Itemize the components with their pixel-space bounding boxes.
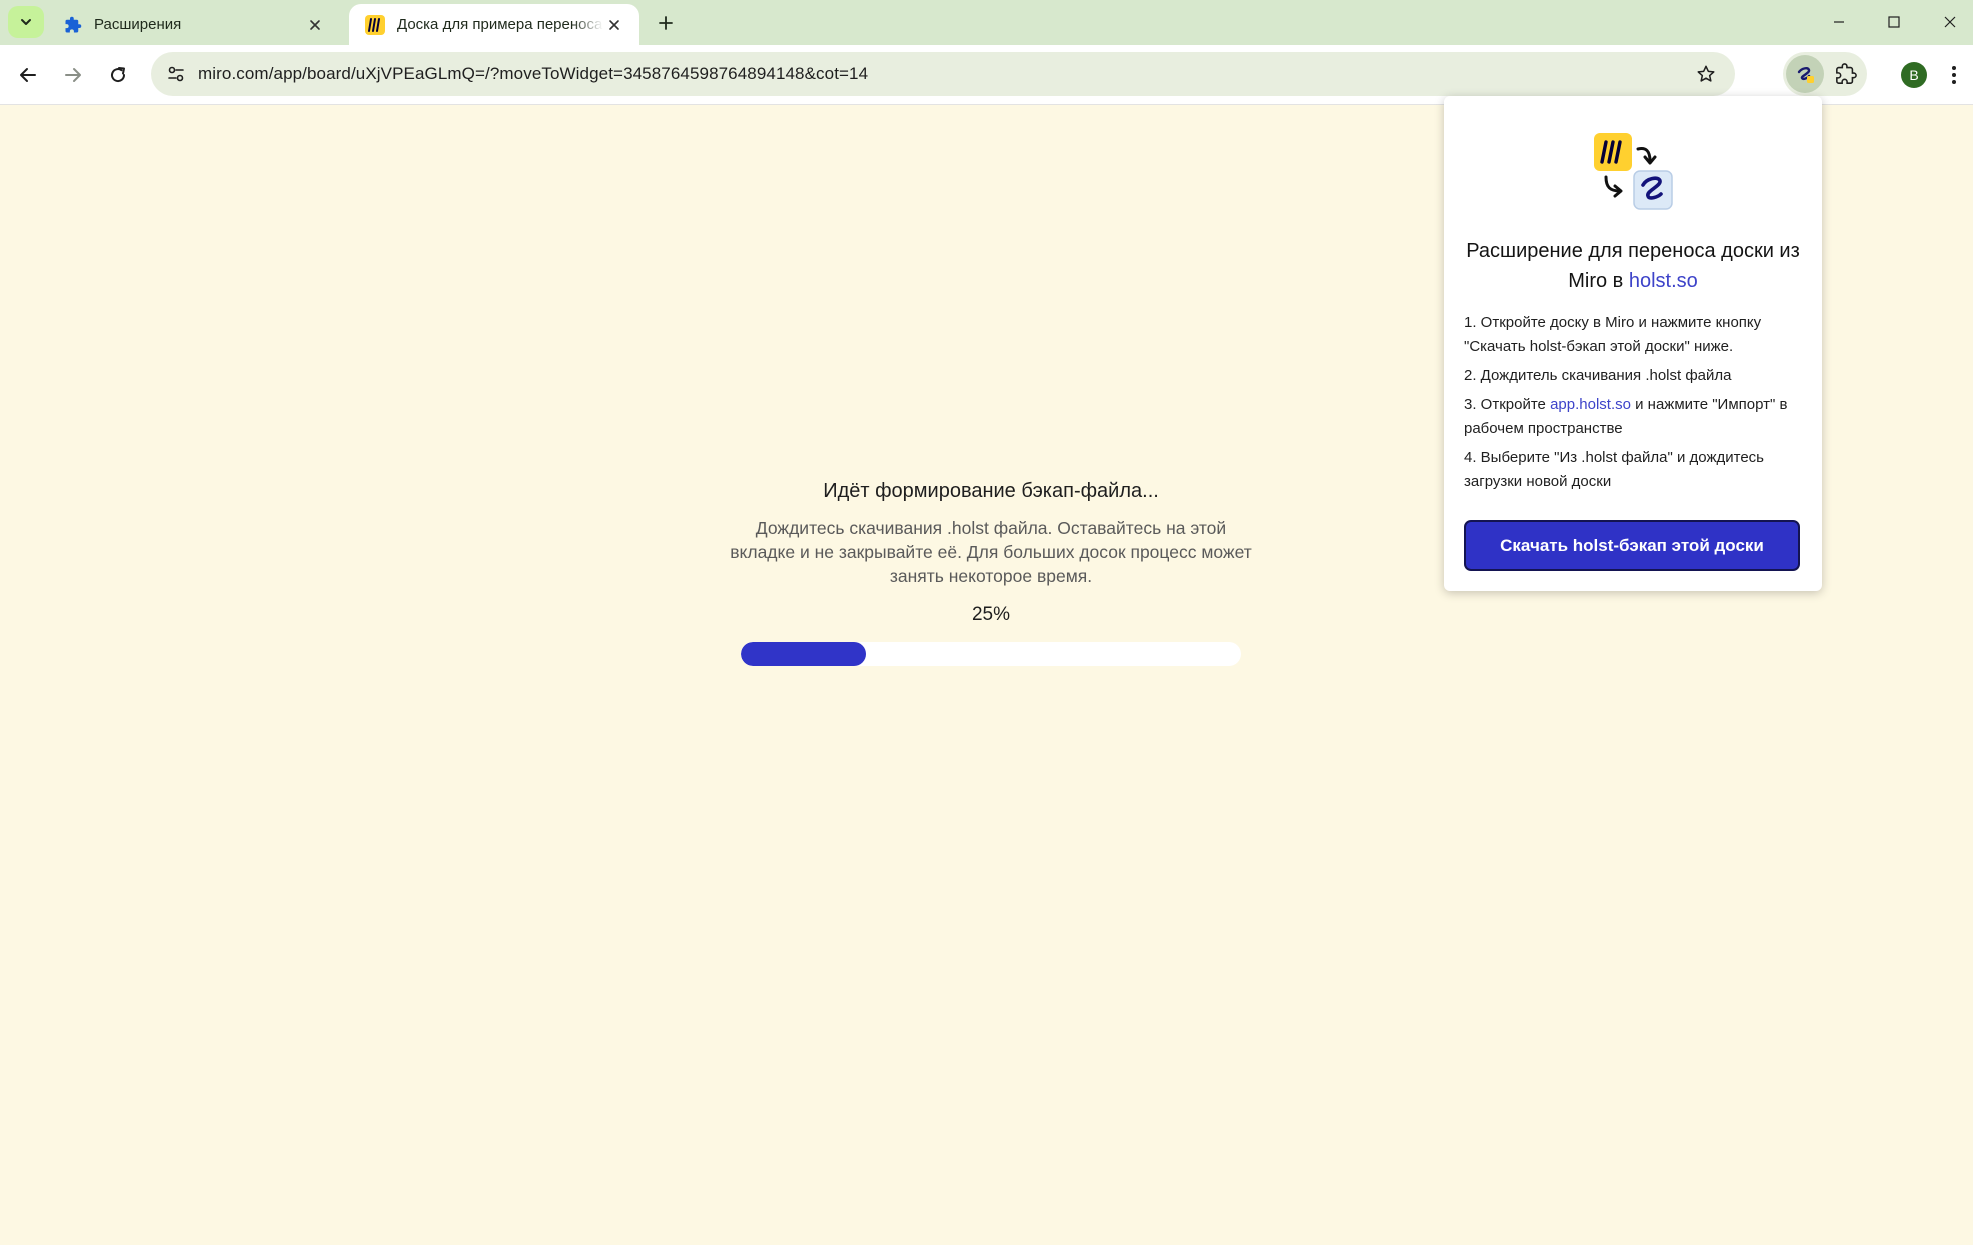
step-3-text: 3. Откройте (1464, 396, 1551, 413)
progress-bar (741, 642, 1241, 666)
maximize-button[interactable] (1871, 6, 1917, 38)
close-icon (609, 19, 619, 30)
site-info-button[interactable] (159, 57, 193, 91)
step-3: 3. Откройте app.holst.so и нажмите "Импо… (1464, 393, 1806, 441)
app-holst-link[interactable]: app.holst.so (1550, 396, 1631, 413)
chevron-down-icon (21, 19, 31, 25)
step-1: 1. Откройте доску в Miro и нажмите кнопк… (1464, 314, 1762, 355)
minimize-icon (1834, 21, 1844, 23)
progress-bar-fill (741, 642, 866, 666)
more-vertical-icon (1952, 66, 1956, 84)
extension-popup: Расширение для переноса доски из Miro в … (1444, 96, 1822, 591)
miro-to-holst-logo-icon (1594, 133, 1673, 210)
address-bar[interactable]: miro.com/app/board/uXjVPEaGLmQ=/?moveToW… (151, 52, 1735, 96)
popup-title: Расширение для переноса доски из Miro в … (1464, 236, 1802, 296)
tab-strip: Расширения Доска для примера переноса (0, 0, 1973, 45)
extensions-menu-button[interactable] (1829, 57, 1863, 91)
holst-extension-button[interactable] (1786, 55, 1824, 93)
step-4: 4. Выберите "Из .holst файла" и дождитес… (1464, 449, 1764, 490)
tab-miro-board[interactable]: Доска для примера переноса (349, 4, 639, 45)
close-tab-button[interactable] (603, 14, 625, 36)
backup-status-title: Идёт формирование бэкап-файла... (823, 480, 1159, 502)
star-icon (1697, 65, 1715, 82)
profile-avatar[interactable]: B (1901, 62, 1927, 88)
tab-title: Расширения (94, 16, 182, 33)
browser-menu-button[interactable] (1940, 60, 1968, 90)
holst-extension-icon (1797, 67, 1814, 83)
step-2: 2. Дождитель скачивания .holst файла (1464, 367, 1732, 384)
close-icon (1944, 16, 1956, 28)
download-backup-button[interactable]: Скачать holst-бэкап этой доски (1464, 520, 1800, 571)
minimize-button[interactable] (1816, 6, 1862, 38)
instruction-steps: 1. Откройте доску в Miro и нажмите кнопк… (1464, 311, 1806, 499)
arrow-right-icon (65, 68, 81, 82)
url-text[interactable]: miro.com/app/board/uXjVPEaGLmQ=/?moveToW… (198, 64, 868, 84)
reload-button[interactable] (101, 58, 135, 92)
close-window-button[interactable] (1927, 6, 1973, 38)
puzzle-icon (1836, 63, 1857, 84)
close-tab-button[interactable] (304, 14, 326, 36)
arrow-left-icon (20, 68, 36, 82)
holst-link[interactable]: holst.so (1629, 270, 1698, 292)
tab-search-button[interactable] (8, 6, 44, 38)
backup-status-description: Дождитесь скачивания .holst файла. Остав… (730, 518, 1252, 586)
tab-title: Доска для примера переноса (397, 16, 603, 33)
back-button[interactable] (11, 58, 45, 92)
forward-button[interactable] (56, 58, 90, 92)
tune-icon (168, 66, 184, 82)
close-icon (310, 19, 320, 30)
progress-percent: 25% (971, 604, 1011, 625)
miro-logo-icon (365, 14, 385, 35)
maximize-icon (1888, 16, 1900, 28)
plus-icon (659, 16, 673, 30)
tab-extensions[interactable]: Расширения (48, 4, 340, 45)
new-tab-button[interactable] (652, 9, 680, 37)
reload-icon (111, 67, 126, 83)
bookmark-button[interactable] (1691, 59, 1721, 89)
puzzle-icon (65, 16, 82, 32)
